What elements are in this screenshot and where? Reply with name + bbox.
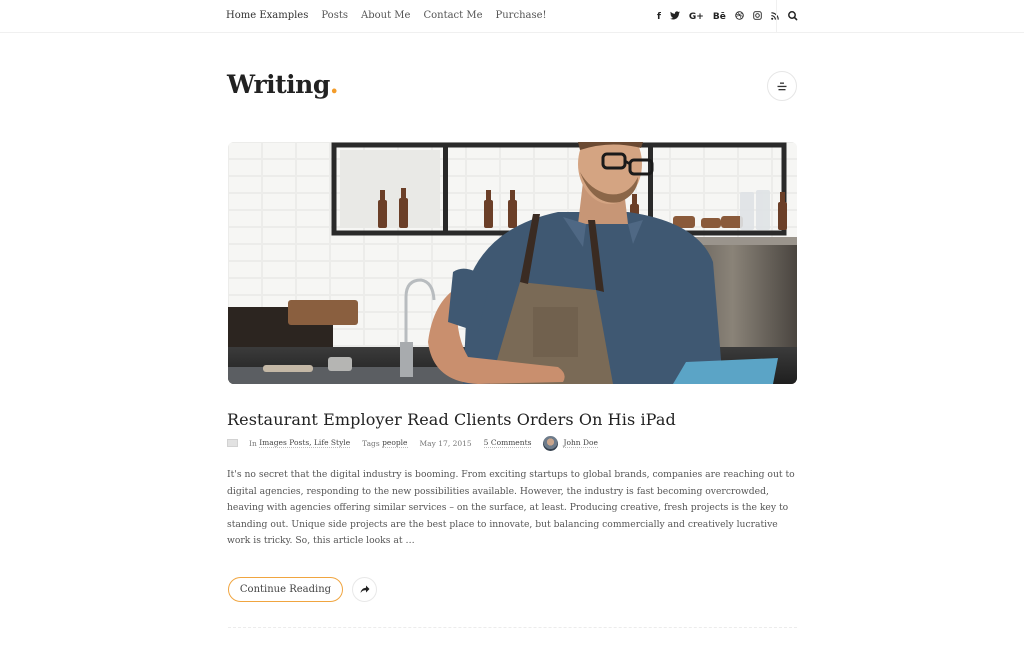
post-separator xyxy=(228,627,797,628)
author-avatar[interactable] xyxy=(543,435,559,451)
search-icon xyxy=(788,11,798,21)
page-title: Writing. xyxy=(227,70,339,99)
page-title-text: Writing xyxy=(227,70,330,99)
nav-item-purchase[interactable]: Purchase! xyxy=(496,10,547,21)
title-accent-dot: . xyxy=(329,70,339,99)
twitter-icon[interactable] xyxy=(669,9,680,25)
categories-link[interactable]: Images Posts, Life Style xyxy=(259,438,351,448)
image-format-icon xyxy=(227,439,238,447)
google-plus-icon[interactable]: G+ xyxy=(689,9,704,25)
post-title-link[interactable]: Restaurant Employer Read Clients Orders … xyxy=(227,410,676,429)
nav-item-contact-me[interactable]: Contact Me xyxy=(423,10,482,21)
rss-icon[interactable] xyxy=(770,9,779,25)
post-meta: In Images Posts, Life Style Tags people … xyxy=(227,435,598,451)
continue-reading-button[interactable]: Continue Reading xyxy=(228,577,343,602)
share-icon xyxy=(360,585,369,593)
dribbble-icon[interactable] xyxy=(735,9,744,25)
main-menu: Home Examples Posts About Me Contact Me … xyxy=(226,10,547,21)
author-link[interactable]: John Doe xyxy=(563,438,598,448)
behance-icon[interactable]: Bē xyxy=(713,9,726,25)
menu-icon xyxy=(777,82,787,90)
tag-link[interactable]: people xyxy=(382,438,408,448)
nav-item-posts[interactable]: Posts xyxy=(321,10,348,21)
top-navigation-bar: Home Examples Posts About Me Contact Me … xyxy=(0,0,1024,33)
tags-label: Tags xyxy=(362,438,380,448)
nav-item-home-examples[interactable]: Home Examples xyxy=(226,10,308,21)
nav-item-about-me[interactable]: About Me xyxy=(361,10,410,21)
comments-link[interactable]: 5 Comments xyxy=(483,438,532,448)
search-button[interactable] xyxy=(785,8,801,24)
social-links: f G+ Bē xyxy=(657,9,779,25)
instagram-icon[interactable] xyxy=(753,9,762,25)
post-excerpt: It's no secret that the digital industry… xyxy=(227,469,795,547)
facebook-icon[interactable]: f xyxy=(657,9,661,25)
categories-label: In xyxy=(249,438,257,448)
share-button[interactable] xyxy=(352,577,377,602)
featured-image[interactable] xyxy=(228,142,797,384)
nav-divider xyxy=(776,0,777,33)
menu-toggle-button[interactable] xyxy=(767,71,797,101)
post-date: May 17, 2015 xyxy=(419,438,472,448)
